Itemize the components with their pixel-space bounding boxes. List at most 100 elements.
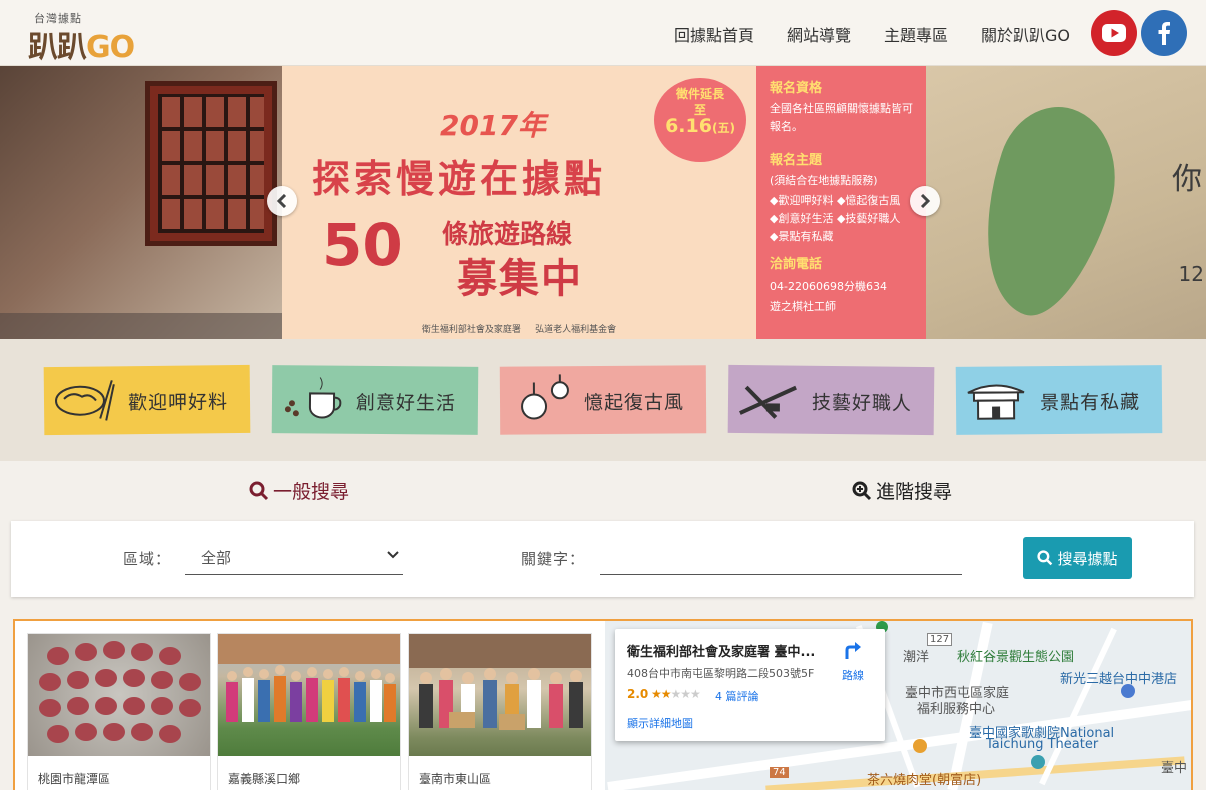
tab-general-search[interactable]: 一般搜尋: [249, 477, 349, 504]
map-place-address: 408台中市南屯區黎明路二段503號5F: [627, 667, 815, 680]
slide-current[interactable]: 2017年 探索慢遊在據點 50 條旅遊路線 募集中 徵件延長 至 6.16(五…: [282, 66, 926, 339]
keyword-label: 關鍵字：: [521, 550, 586, 568]
panel-heading-phone: 洽詢電話: [770, 257, 823, 272]
map-label-mall: 新光三越台中中港店: [1060, 672, 1178, 687]
carousel-next-button[interactable]: [910, 186, 940, 216]
nav-about-link[interactable]: 關於趴趴GO: [981, 22, 1070, 46]
result-photo: [218, 634, 400, 756]
panel-text-theme: (須結合在地據點服務): [770, 174, 878, 187]
taiwan-map-illustration: [956, 92, 1136, 330]
nav-topics-link[interactable]: 主題專區: [884, 22, 948, 46]
category-scenery[interactable]: 景點有私藏: [955, 365, 1163, 435]
map-pin-theater-icon: [1031, 755, 1045, 769]
region-label: 區域：: [123, 550, 172, 568]
food-plate-icon: [55, 380, 115, 421]
category-food[interactable]: 歡迎呷好料: [43, 364, 251, 436]
keyword-input[interactable]: [600, 537, 962, 575]
panel-text-themes-1: ◆歡迎呷好料 ◆憶起復古風: [770, 194, 901, 207]
result-card[interactable]: 嘉義縣溪口鄉: [217, 633, 401, 790]
search-icon: [249, 481, 269, 500]
result-location: 嘉義縣溪口鄉: [228, 772, 301, 786]
result-photo-image: [39, 641, 201, 743]
youtube-button[interactable]: [1091, 10, 1137, 56]
site-header: 台灣據點 趴趴GO 回據點首頁 網站導覽 主題專區 關於趴趴GO: [0, 0, 1206, 66]
chevron-down-icon: [387, 551, 399, 559]
map-place-title: 衛生福利部社會及家庭署 臺中...: [627, 645, 816, 660]
slide-year-title: 2017年: [440, 109, 546, 142]
category-label: 創意好生活: [355, 391, 457, 415]
directions-icon: [845, 642, 861, 659]
map-label: 潮洋: [903, 650, 930, 665]
panel-text-themes-3: ◆景點有私藏: [770, 230, 834, 243]
nav-sitemap-link[interactable]: 網站導覽: [787, 22, 851, 46]
map-rating-stars: ★★★★★: [651, 687, 701, 701]
chevron-left-icon: [276, 194, 287, 208]
slide-subtitle-big: 募集中: [457, 256, 583, 302]
category-label: 技藝好職人: [811, 391, 913, 415]
panel-text-themes-2: ◆創意好生活 ◆技藝好職人: [770, 212, 901, 225]
result-photo-image: [218, 634, 400, 722]
tab-general-label: 一般搜尋: [273, 481, 350, 503]
result-photo-image: [409, 634, 591, 730]
category-label: 憶起復古風: [583, 391, 685, 415]
site-logo[interactable]: 台灣據點 趴趴GO: [28, 8, 158, 65]
map-directions-label: 路線: [842, 669, 864, 682]
slide-footer-left: 衛生福利部社會及家庭署: [421, 325, 521, 335]
search-form: 區域： 全部 關鍵字： 搜尋據點: [11, 521, 1194, 597]
search-tabs: 一般搜尋 進階搜尋: [0, 461, 1206, 519]
carousel-prev-button[interactable]: [267, 186, 297, 216]
result-location: 桃園市龍潭區: [38, 772, 111, 786]
nav-home-link[interactable]: 回據點首頁: [674, 22, 754, 46]
map-label-city: 臺中: [1161, 761, 1188, 776]
map-route-shield: 74: [770, 767, 789, 778]
panel-heading-eligibility: 報名資格: [770, 81, 823, 96]
facebook-icon: [1158, 22, 1170, 45]
panel-text-contact: 遊之棋社工師: [770, 300, 836, 313]
slide-previous[interactable]: [0, 66, 282, 339]
map-reviews-link[interactable]: 4 篇評論: [715, 688, 759, 704]
tab-advanced-search[interactable]: 進階搜尋: [852, 477, 952, 504]
results-panel: 桃園市龍潭區 嘉義縣溪口鄉 臺南市東山區 潮洋 秋紅谷景觀生態公園 新光三越台中…: [13, 619, 1193, 790]
star-icon: ★★: [651, 687, 671, 701]
deadline-day: (五): [711, 121, 735, 135]
category-craft[interactable]: 技藝好職人: [727, 364, 935, 436]
tools-icon: [739, 385, 797, 419]
slide-info-panel: 報名資格 全國各社區照顧關懷據點皆可報名。 報名主題 (須結合在地據點服務) ◆…: [756, 66, 926, 339]
youtube-icon: [1102, 24, 1126, 42]
map-pin-shopping-icon: [1121, 684, 1135, 698]
search-plus-icon: [852, 481, 872, 500]
search-submit-label: 搜尋據點: [1057, 549, 1118, 568]
main-nav: 回據點首頁 網站導覽 主題專區 關於趴趴GO: [674, 22, 1070, 46]
result-photo: [409, 634, 591, 756]
deadline-bubble: 徵件延長 至 6.16(五): [654, 78, 746, 162]
result-card[interactable]: 桃園市龍潭區: [27, 633, 211, 790]
facebook-button[interactable]: [1141, 10, 1187, 56]
map-label-park: 秋紅谷景觀生態公園: [957, 650, 1075, 665]
slide-title: 探索慢遊在據點: [312, 157, 607, 201]
slide-window-illustration: [145, 81, 277, 246]
search-submit-button[interactable]: 搜尋據點: [1023, 537, 1132, 579]
region-select[interactable]: 全部: [185, 537, 403, 575]
slide-footer-right: 弘道老人福利基金會: [535, 325, 617, 335]
banner-carousel: 2017年 探索慢遊在據點 50 條旅遊路線 募集中 徵件延長 至 6.16(五…: [0, 66, 1206, 339]
map-pin-food-icon: [913, 739, 927, 753]
category-lifestyle[interactable]: 創意好生活: [271, 365, 479, 435]
logo-title-text: 趴趴: [28, 30, 87, 65]
category-label: 歡迎呷好料: [127, 391, 229, 415]
result-location: 臺南市東山區: [419, 772, 492, 786]
region-select-value: 全部: [201, 549, 232, 567]
map-larger-map-link[interactable]: 顯示詳細地圖: [627, 715, 693, 731]
location-map[interactable]: 潮洋 秋紅谷景觀生態公園 新光三越台中中港店 臺中市西屯區家庭 福利服務中心 臺…: [605, 621, 1191, 790]
category-retro[interactable]: 憶起復古風: [499, 365, 707, 435]
coffee-cup-icon: [284, 377, 342, 419]
map-label-theater-2: Taichung Theater: [986, 737, 1099, 752]
deadline-date: 6.16: [665, 115, 712, 137]
map-info-window: 衛生福利部社會及家庭署 臺中... 408台中市南屯區黎明路二段503號5F 2…: [615, 629, 885, 741]
result-card[interactable]: 臺南市東山區: [408, 633, 592, 790]
map-directions-button[interactable]: 路線: [833, 641, 873, 683]
slide-next[interactable]: 你 12: [926, 66, 1206, 339]
panel-text-eligibility: 全國各社區照顧關懷據點皆可報名。: [770, 102, 913, 133]
map-route-shield: 127: [927, 633, 953, 646]
slide-shade: [0, 313, 282, 339]
category-label: 景點有私藏: [1039, 391, 1141, 415]
